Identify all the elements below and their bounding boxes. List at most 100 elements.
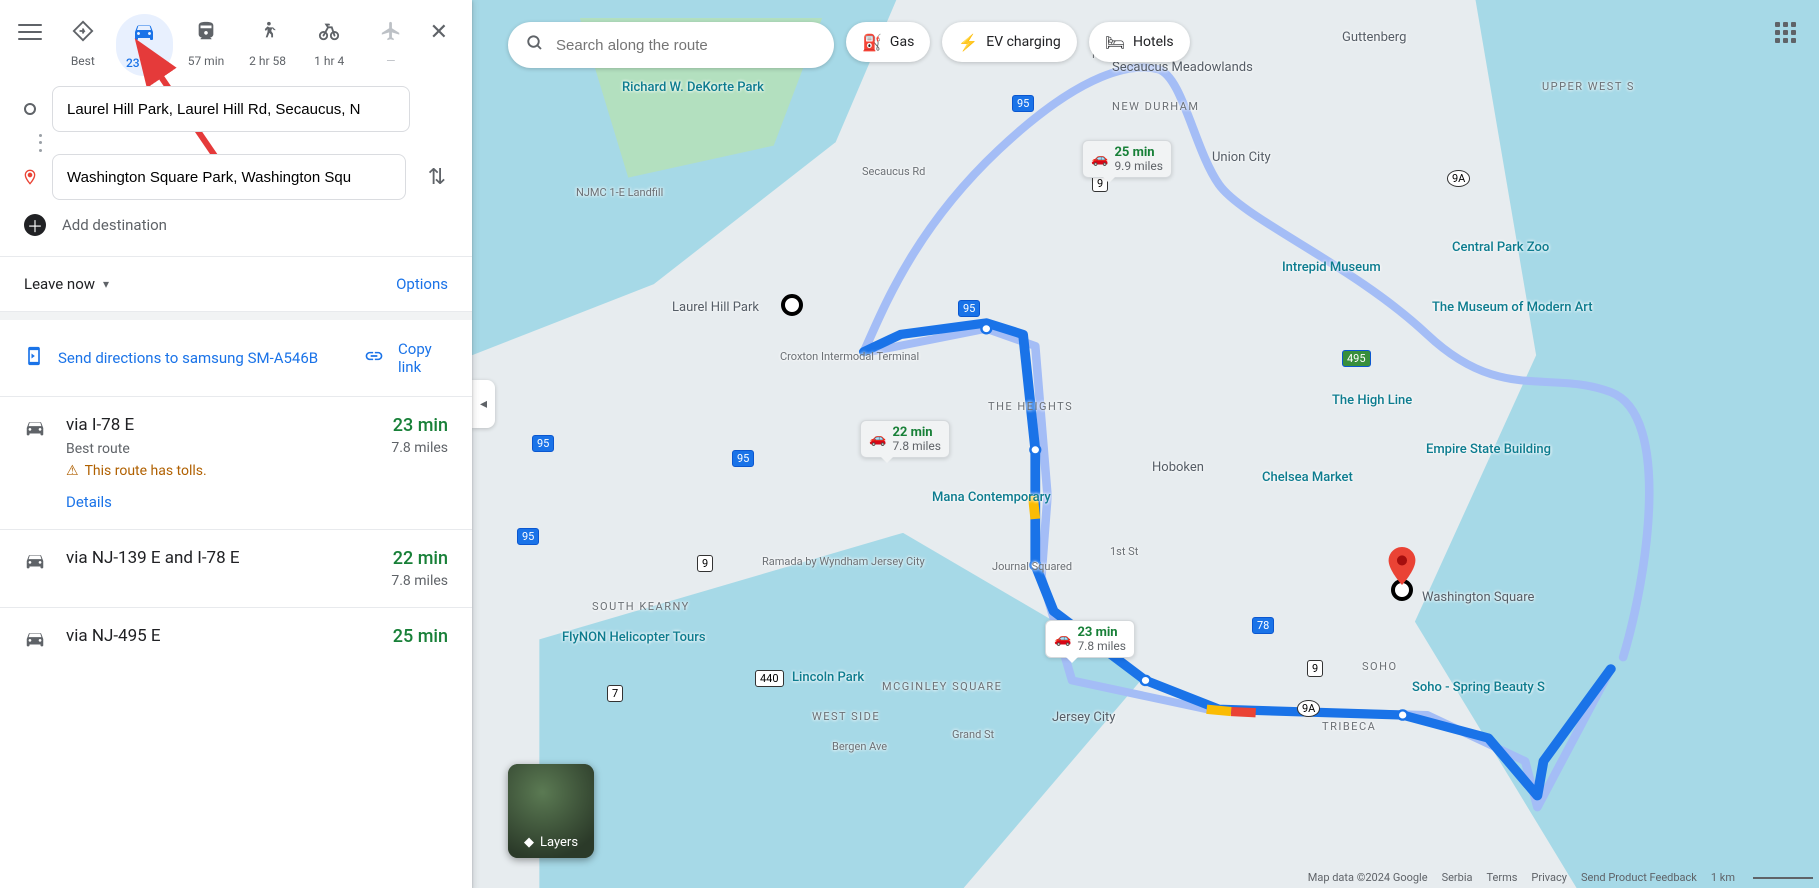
search-along-route[interactable]: [508, 22, 834, 68]
copy-link-button[interactable]: Copy link: [364, 340, 448, 376]
car-icon: 🚗: [1091, 151, 1108, 167]
route-via: via I-78 E: [66, 415, 371, 435]
map-label: SOHO: [1362, 660, 1398, 673]
add-destination-button[interactable]: ＋ Add destination: [0, 200, 472, 256]
mode-driving[interactable]: 23 min: [116, 14, 174, 76]
mode-flights[interactable]: —: [362, 14, 420, 74]
send-icon: [24, 346, 44, 370]
route-sub: Best route: [66, 441, 371, 457]
chip-label: Hotels: [1133, 34, 1174, 50]
route-options-button[interactable]: Options: [396, 275, 448, 293]
layers-button[interactable]: ◆Layers: [508, 764, 594, 858]
plane-icon: [380, 20, 402, 48]
train-icon: [195, 20, 217, 48]
highway-shield: 7: [607, 685, 623, 702]
map-label: WEST SIDE: [812, 710, 880, 723]
map-label: Washington Square: [1422, 590, 1534, 605]
destination-pin[interactable]: [1388, 547, 1416, 585]
send-to-device-button[interactable]: Send directions to samsung SM-A546B: [24, 346, 346, 370]
route-option[interactable]: via NJ-495 E 25 min: [0, 608, 472, 673]
map-label: Union City: [1212, 150, 1271, 165]
route-time: 25 min: [393, 626, 448, 647]
map-label: 1st St: [1110, 545, 1138, 558]
map-label: UPPER WEST S: [1542, 80, 1635, 93]
bike-icon: [317, 20, 341, 48]
map-label: THE HEIGHTS: [988, 400, 1073, 413]
map-label: Grand St: [952, 728, 994, 741]
route-lines: [472, 0, 1819, 888]
map-label: The Museum of Modern Art: [1432, 300, 1593, 315]
bubble-dist: 7.8 miles: [892, 439, 941, 453]
layers-label: Layers: [540, 835, 578, 850]
search-icon: [526, 34, 544, 56]
separator: [0, 312, 472, 320]
scale-bar: [1753, 877, 1813, 879]
travel-mode-row: Best 23 min 57 min 2 hr 58 1 hr 4: [0, 0, 472, 76]
map-label: Empire State Building: [1426, 442, 1551, 457]
chip-gas[interactable]: ⛽Gas: [846, 22, 930, 62]
route-info-bubble[interactable]: 🚗 23 min7.8 miles: [1045, 620, 1135, 658]
map-label: Mana Contemporary: [932, 490, 1051, 505]
route-option[interactable]: via I-78 E Best route ⚠This route has to…: [0, 397, 472, 530]
warning-icon: ⚠: [66, 463, 79, 479]
car-icon: 🚗: [1054, 631, 1071, 647]
country[interactable]: Serbia: [1442, 871, 1473, 884]
waypoints: ⇅: [0, 76, 472, 200]
copy-label: Copy link: [398, 340, 448, 376]
attribution: Map data ©2024 Google: [1308, 871, 1428, 884]
waypoint-connector: [30, 132, 50, 154]
chip-ev[interactable]: ⚡EV charging: [942, 22, 1076, 62]
search-input[interactable]: [554, 36, 816, 55]
map-label: SOUTH KEARNY: [592, 600, 690, 613]
map-label: MCGINLEY SQUARE: [882, 680, 1002, 693]
map-label: Laurel Hill Park: [672, 300, 759, 315]
origin-input[interactable]: [52, 86, 410, 132]
google-apps-button[interactable]: [1775, 22, 1797, 44]
map-label: Secaucus Rd: [862, 165, 925, 178]
mode-walking[interactable]: 2 hr 58: [239, 14, 297, 74]
highway-shield: 95: [517, 528, 539, 545]
route-via: via NJ-139 E and I-78 E: [66, 548, 371, 568]
walk-icon: [257, 20, 279, 48]
bubble-time: 22 min: [892, 425, 932, 440]
car-icon: [132, 20, 156, 50]
origin-marker-icon: [20, 102, 40, 116]
feedback-link[interactable]: Send Product Feedback: [1581, 871, 1697, 884]
destination-marker-icon: [20, 167, 40, 187]
map-label: Journal Squared: [992, 560, 1072, 573]
highway-shield: 78: [1252, 617, 1274, 634]
origin-point[interactable]: [781, 294, 803, 316]
privacy-link[interactable]: Privacy: [1531, 871, 1567, 884]
route-option[interactable]: via NJ-139 E and I-78 E 22 min 7.8 miles: [0, 530, 472, 608]
map-label: Bergen Ave: [832, 740, 887, 753]
route-distance: 7.8 miles: [391, 573, 448, 589]
route-details-link[interactable]: Details: [66, 493, 371, 511]
depart-time-dropdown[interactable]: Leave now ▾: [24, 275, 109, 293]
map-canvas[interactable]: GuttenbergSecaucus MeadowlandsPenhorn Su…: [472, 0, 1819, 888]
chip-hotels[interactable]: 🛏Hotels: [1089, 22, 1190, 62]
bubble-dist: 7.8 miles: [1077, 639, 1126, 653]
gas-icon: ⛽: [862, 33, 882, 52]
bubble-time: 23 min: [1077, 625, 1117, 640]
plus-icon: ＋: [24, 214, 46, 236]
map-label: Croxton Intermodal Terminal: [780, 350, 919, 363]
collapse-panel-button[interactable]: ◂: [472, 380, 495, 428]
terms-link[interactable]: Terms: [1487, 871, 1518, 884]
mode-best[interactable]: Best: [54, 14, 112, 74]
swap-waypoints-button[interactable]: ⇅: [422, 159, 452, 196]
menu-button[interactable]: [18, 20, 42, 44]
close-directions-button[interactable]: ✕: [424, 14, 454, 51]
send-label: Send directions to samsung SM-A546B: [58, 349, 318, 367]
mode-cycling[interactable]: 1 hr 4: [300, 14, 358, 74]
mode-transit[interactable]: 57 min: [177, 14, 235, 74]
destination-input[interactable]: [52, 154, 406, 200]
best-icon: [72, 20, 94, 48]
mode-label: 57 min: [188, 54, 225, 68]
route-info-bubble[interactable]: 🚗22 min7.8 miles: [860, 420, 950, 458]
car-icon: [24, 548, 46, 589]
route-tolls-warning: ⚠This route has tolls.: [66, 463, 371, 479]
highway-shield: 95: [532, 435, 554, 452]
route-info-bubble[interactable]: 🚗25 min9.9 miles: [1082, 140, 1172, 178]
map-label: Jersey City: [1052, 710, 1115, 725]
mode-label: 1 hr 4: [314, 54, 344, 68]
